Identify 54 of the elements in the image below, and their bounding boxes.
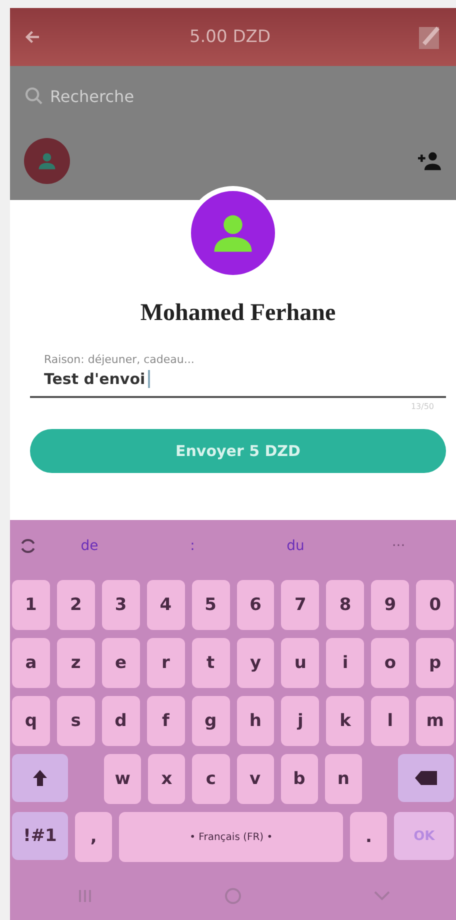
keyboard-key[interactable]: i: [326, 638, 364, 688]
keyboard-key[interactable]: n: [324, 754, 362, 804]
keyboard-key[interactable]: y: [236, 638, 274, 688]
person-icon: [36, 150, 58, 172]
keyboard-key[interactable]: q: [12, 696, 50, 746]
keyboard-key[interactable]: g: [192, 696, 230, 746]
keyboard-key[interactable]: f: [146, 696, 185, 746]
keyboard-key[interactable]: v: [236, 754, 274, 804]
backspace-key[interactable]: [398, 754, 454, 802]
keyboard-key[interactable]: 6: [236, 580, 274, 630]
back-arrow-icon[interactable]: [24, 28, 42, 46]
recipient-name: Mohamed Ferhane: [140, 300, 336, 327]
keyboard-key[interactable]: t: [192, 638, 230, 688]
amount-title: 5.00 DZD: [189, 27, 271, 47]
keyboard-key[interactable]: 2: [56, 580, 95, 630]
keyboard-key[interactable]: d: [102, 696, 140, 746]
keyboard-key[interactable]: 5: [192, 580, 230, 630]
keyboard-key[interactable]: 1: [12, 580, 50, 630]
keyboard-key[interactable]: e: [102, 638, 140, 688]
keyboard-key[interactable]: s: [56, 696, 95, 746]
keyboard-key[interactable]: j: [281, 696, 320, 746]
keyboard-key[interactable]: 9: [371, 580, 410, 630]
keyboard-key[interactable]: c: [192, 754, 230, 804]
field-value: Test d'envoi: [44, 370, 150, 388]
keyboard-key[interactable]: w: [104, 754, 142, 804]
period-key[interactable]: .: [350, 812, 388, 862]
keyboard-key[interactable]: u: [281, 638, 320, 688]
keyboard-key[interactable]: 4: [146, 580, 185, 630]
keyboard-key[interactable]: k: [326, 696, 364, 746]
keyboard-key[interactable]: h: [236, 696, 274, 746]
keyboard-key[interactable]: 0: [416, 580, 454, 630]
keyboard-key[interactable]: o: [371, 638, 410, 688]
space-key[interactable]: • Français (FR) •: [119, 812, 344, 862]
comma-key[interactable]: ,: [74, 812, 112, 862]
keyboard-key[interactable]: 8: [326, 580, 364, 630]
keyboard-key[interactable]: r: [146, 638, 185, 688]
add-person-icon[interactable]: [416, 150, 442, 172]
symbols-key[interactable]: !#1: [12, 812, 68, 860]
backspace-icon: [414, 770, 438, 786]
keyboard-key[interactable]: 3: [102, 580, 140, 630]
reason-field[interactable]: Raison: déjeuner, cadeau... Test d'envoi: [30, 353, 446, 398]
shift-arrow-icon: [32, 769, 48, 787]
keyboard-key[interactable]: 7: [281, 580, 320, 630]
keyboard-key[interactable]: l: [371, 696, 410, 746]
shift-key[interactable]: [12, 754, 68, 802]
keyboard-key[interactable]: b: [280, 754, 318, 804]
keyboard-key[interactable]: m: [416, 696, 454, 746]
search-icon: [24, 86, 44, 106]
keyboard-key[interactable]: x: [148, 754, 186, 804]
field-label: Raison: déjeuner, cadeau...: [44, 353, 196, 366]
keyboard-key[interactable]: z: [56, 638, 95, 688]
keyboard-key[interactable]: p: [416, 638, 454, 688]
edit-icon[interactable]: [418, 24, 442, 50]
keyboard-key[interactable]: a: [12, 638, 50, 688]
